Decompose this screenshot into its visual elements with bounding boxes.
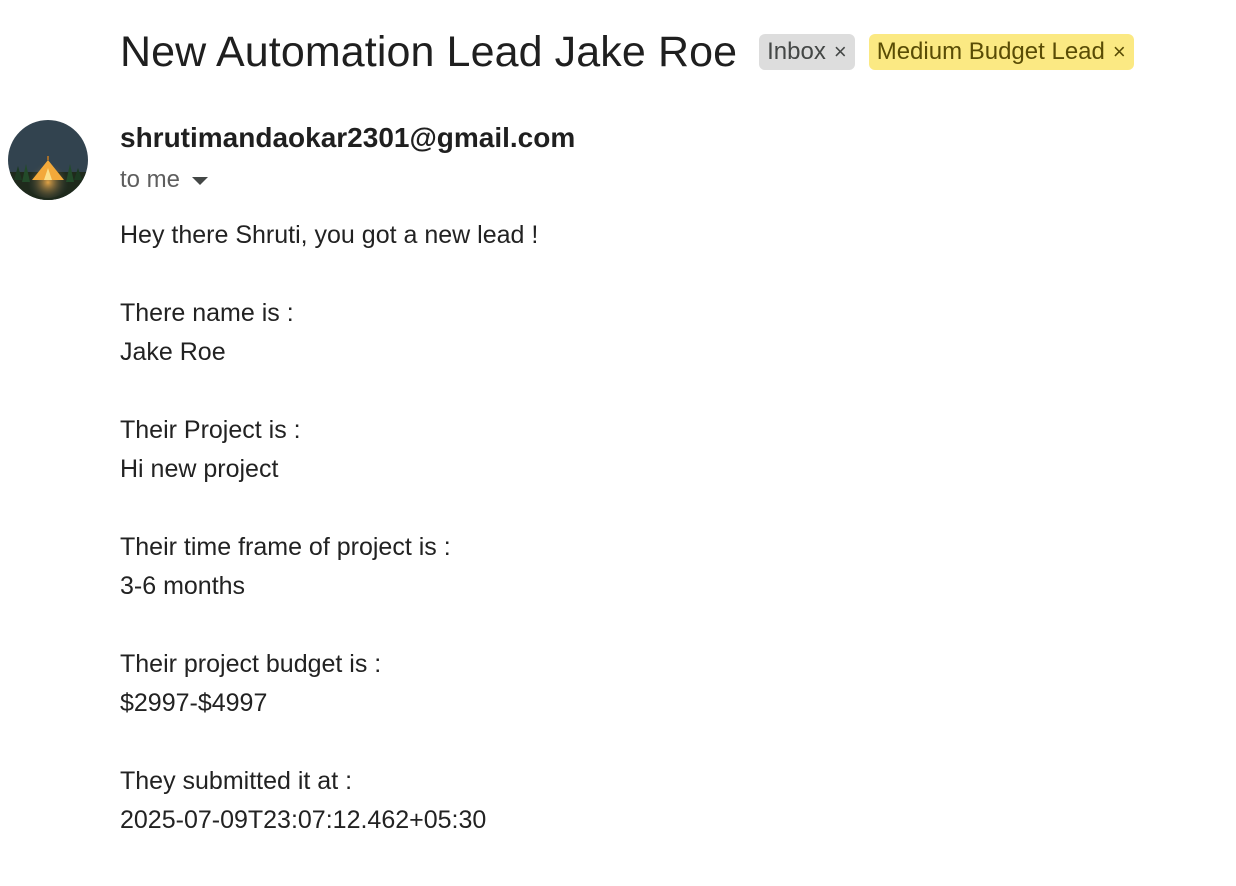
project-value: Hi new project	[120, 455, 279, 483]
email-subject: New Automation Lead Jake Roe	[120, 28, 738, 76]
caret-down-icon[interactable]	[192, 177, 209, 185]
recipient-label: to me	[120, 166, 181, 193]
label-chip-medium-budget-lead[interactable]: Medium Budget Lead ×	[868, 34, 1134, 70]
camping-tent-icon	[8, 120, 88, 200]
project-label: Their Project is :	[120, 416, 301, 444]
label-chip-inbox[interactable]: Inbox ×	[759, 34, 855, 70]
timeframe-label: Their time frame of project is :	[120, 533, 451, 561]
submitted-label: They submitted it at :	[120, 767, 353, 795]
submitted-value: 2025-07-09T23:07:12.462+05:30	[120, 806, 487, 834]
greeting-line: Hey there Shruti, you got a new lead !	[120, 221, 539, 249]
email-body: Hey there Shruti, you got a new lead ! T…	[120, 216, 538, 840]
name-value: Jake Roe	[120, 338, 226, 366]
budget-value: $2997-$4997	[120, 689, 268, 717]
recipient-details-toggle[interactable]: to me	[120, 166, 209, 194]
sender-avatar[interactable]	[8, 120, 88, 200]
subject-row: New Automation Lead Jake Roe Inbox × Med…	[120, 24, 1134, 80]
name-label: There name is :	[120, 299, 294, 327]
budget-label: Their project budget is :	[120, 650, 382, 678]
remove-label-inbox-close-icon[interactable]: ×	[834, 41, 847, 63]
timeframe-value: 3-6 months	[120, 572, 246, 600]
label-chip-medium-budget-lead-text: Medium Budget Lead	[876, 38, 1105, 65]
label-chip-inbox-text: Inbox	[767, 38, 826, 65]
remove-label-medium-budget-lead-close-icon[interactable]: ×	[1113, 41, 1126, 63]
sender-email: shrutimandaokar2301@gmail.com	[120, 122, 576, 153]
